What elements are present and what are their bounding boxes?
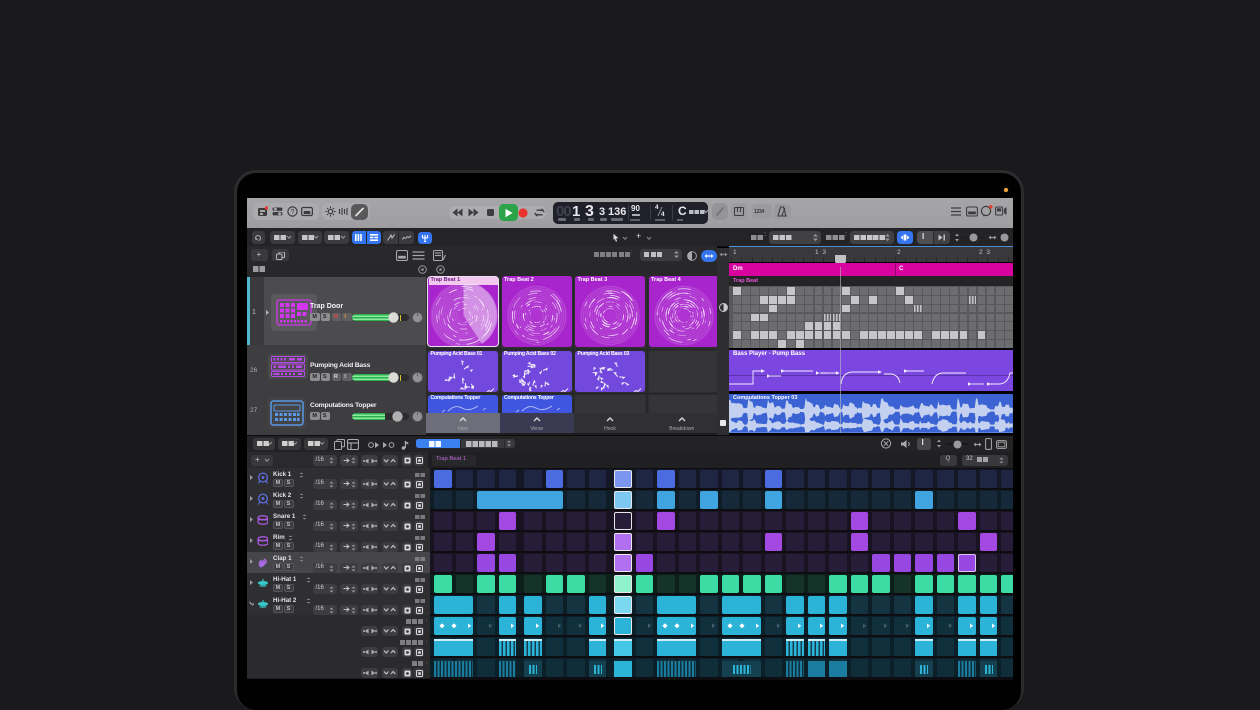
svg-text:?: ? [291, 209, 295, 216]
